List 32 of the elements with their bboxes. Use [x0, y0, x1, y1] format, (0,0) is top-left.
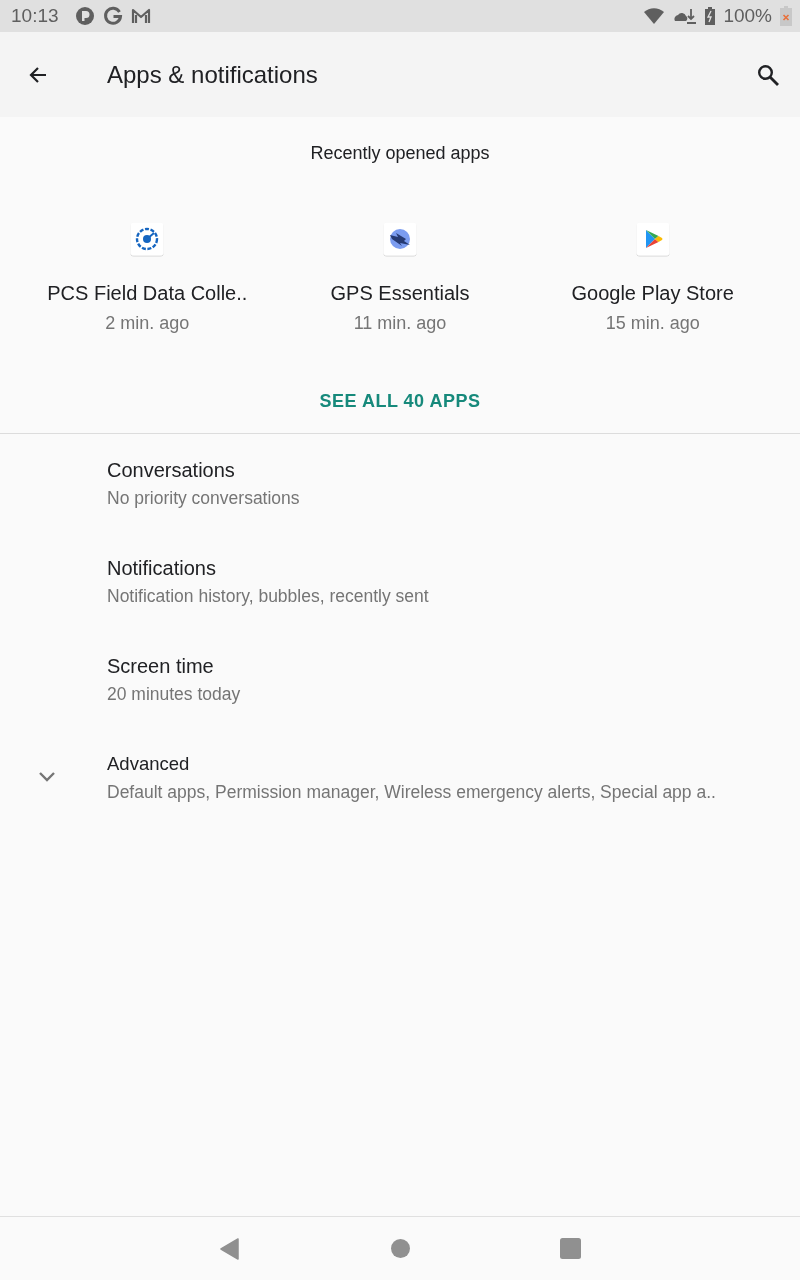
back-triangle-icon [220, 1237, 240, 1260]
notification-circle-icon [74, 6, 95, 26]
google-g-icon [102, 6, 123, 26]
search-icon [756, 62, 780, 87]
home-circle-icon [390, 1239, 410, 1258]
download-icon [673, 7, 698, 25]
setting-title[interactable]: Notifications [107, 555, 429, 580]
app-name[interactable]: Google Play Store [571, 281, 734, 305]
app-name[interactable]: GPS Essentials [330, 281, 470, 305]
setting-title[interactable]: Screen time [107, 653, 241, 678]
app-name[interactable]: PCS Field Data Colle.. [47, 281, 248, 305]
section-heading: Recently opened apps [309, 143, 491, 163]
wifi-icon [643, 7, 666, 25]
battery-charging-icon [705, 7, 716, 25]
search-button[interactable] [756, 62, 780, 87]
recents-square-icon [559, 1238, 581, 1259]
screen-title: Apps & notifications [107, 60, 319, 89]
setting-title[interactable]: Advanced [107, 751, 716, 776]
app-last-opened: 2 min. ago [105, 312, 190, 334]
setting-title[interactable]: Conversations [107, 457, 300, 482]
setting-summary: Default apps, Permission manager, Wireless emergency alerts, Special app a.. [107, 780, 716, 803]
setting-summary: No priority conversations [107, 486, 300, 509]
setting-summary: Notification history, bubbles, recently sent [107, 584, 429, 607]
battery-percentage: 100% [723, 5, 772, 27]
app-last-opened: 11 min. ago [353, 312, 447, 334]
see-all-apps-button[interactable]: SEE ALL 40 APPS [303, 378, 497, 424]
app-last-opened: 15 min. ago [605, 312, 700, 334]
setting-summary: 20 minutes today [107, 682, 241, 705]
mail-icon [130, 7, 151, 25]
status-time: 10:13 [11, 5, 59, 27]
battery-alert-icon [780, 6, 792, 26]
chevron-icon[interactable] [38, 771, 56, 783]
